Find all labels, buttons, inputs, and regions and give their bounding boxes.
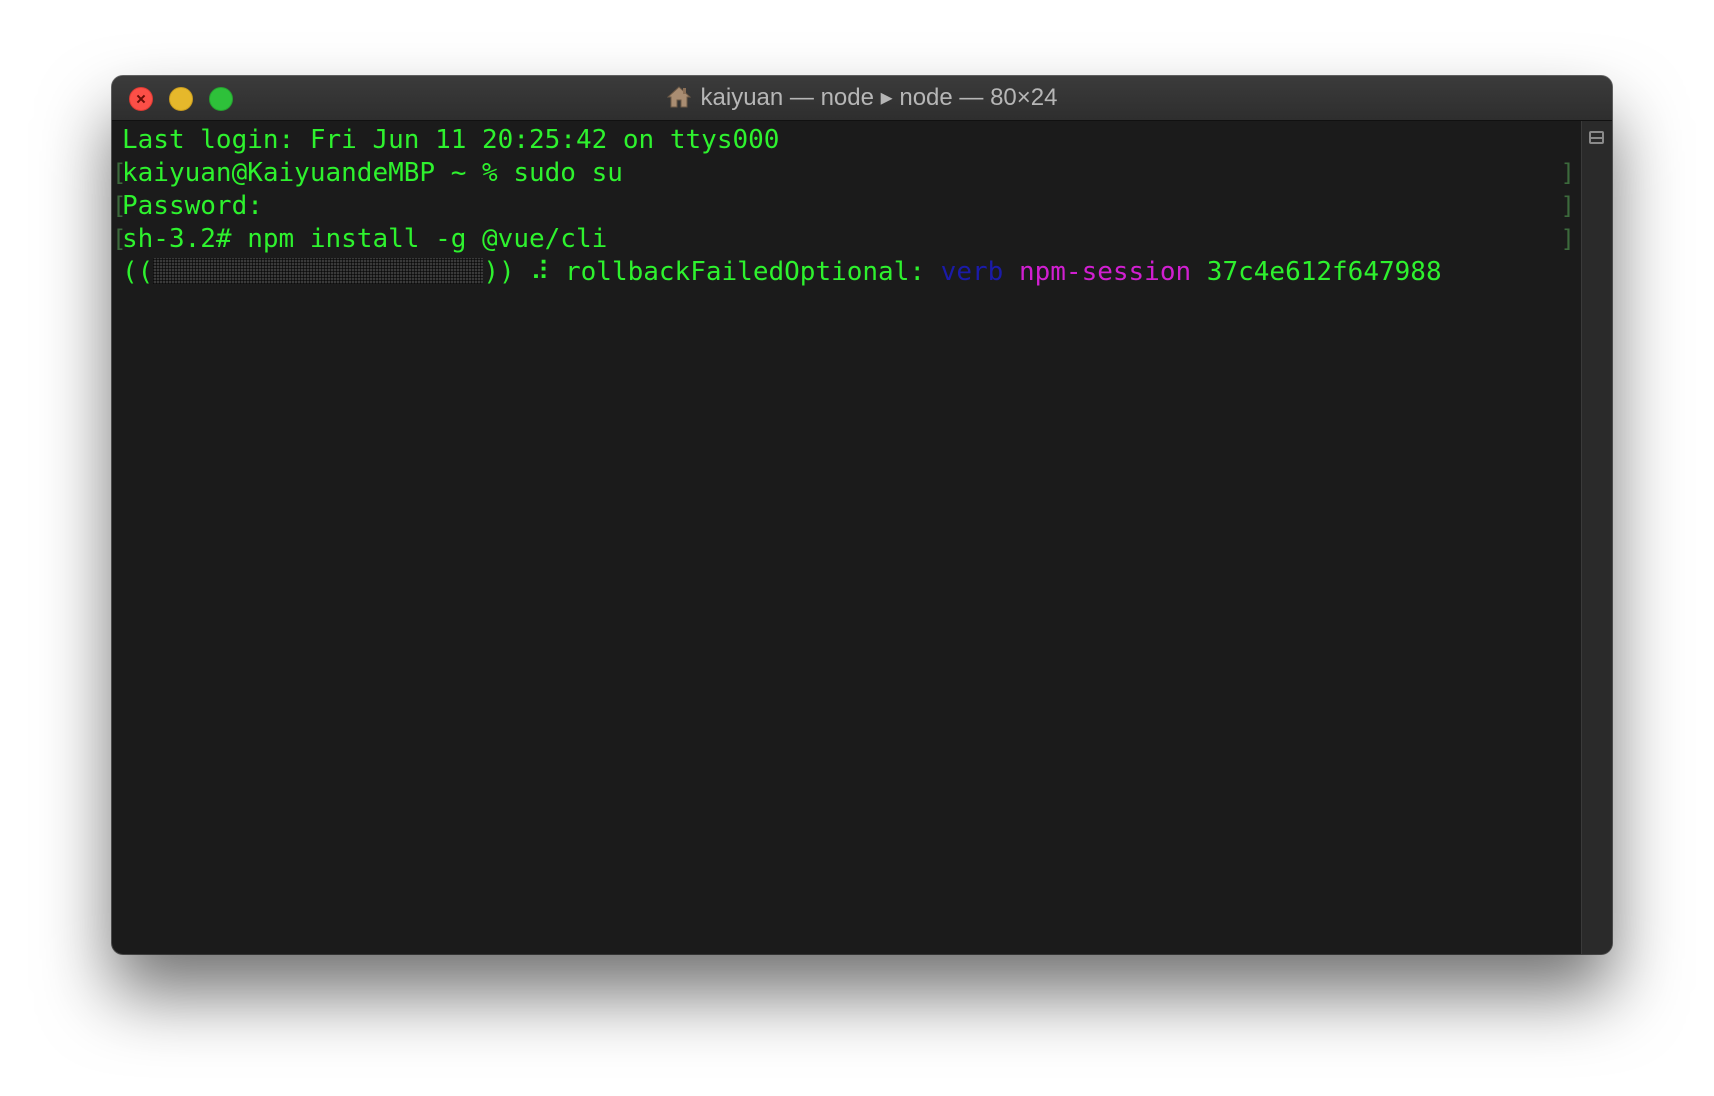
line-mark-right: ] — [1560, 159, 1575, 187]
progress-stage: rollbackFailedOptional: — [564, 257, 926, 287]
vertical-scrollbar[interactable] — [1581, 121, 1612, 954]
terminal-line: Last login: Fri Jun 11 20:25:42 on ttys0… — [122, 125, 780, 155]
log-value: 37c4e612f647988 — [1206, 257, 1442, 287]
line-mark-right: ] — [1560, 225, 1575, 253]
split-pane-icon[interactable] — [1589, 131, 1604, 144]
line-mark-right: ] — [1560, 192, 1575, 220]
home-icon — [666, 80, 691, 108]
progress-open-bracket: (( — [122, 257, 154, 287]
terminal-line: sh-3.2# npm install -g @vue/cli — [122, 224, 608, 254]
npm-progress-line: (()) ⠼ rollbackFailedOptional: verb npm-… — [122, 255, 1442, 289]
window-title-text: kaiyuan — node ▸ node — 80×24 — [700, 84, 1058, 111]
title-bar[interactable]: kaiyuan — node ▸ node — 80×24 — [112, 76, 1612, 121]
progress-close-bracket: )) — [483, 257, 515, 287]
log-key: npm-session — [1018, 257, 1192, 287]
log-level: verb — [940, 257, 1004, 287]
terminal-line: Password: — [122, 191, 263, 221]
window-title: kaiyuan — node ▸ node — 80×24 — [112, 76, 1612, 120]
terminal-line: kaiyuan@KaiyuandeMBP ~ % sudo su — [122, 158, 623, 188]
spinner-icon: ⠼ — [530, 257, 550, 287]
npm-progress-bar — [153, 258, 484, 284]
terminal-output[interactable]: Last login: Fri Jun 11 20:25:42 on ttys0… — [112, 121, 1581, 954]
terminal-window: kaiyuan — node ▸ node — 80×24 Last login… — [112, 76, 1612, 954]
